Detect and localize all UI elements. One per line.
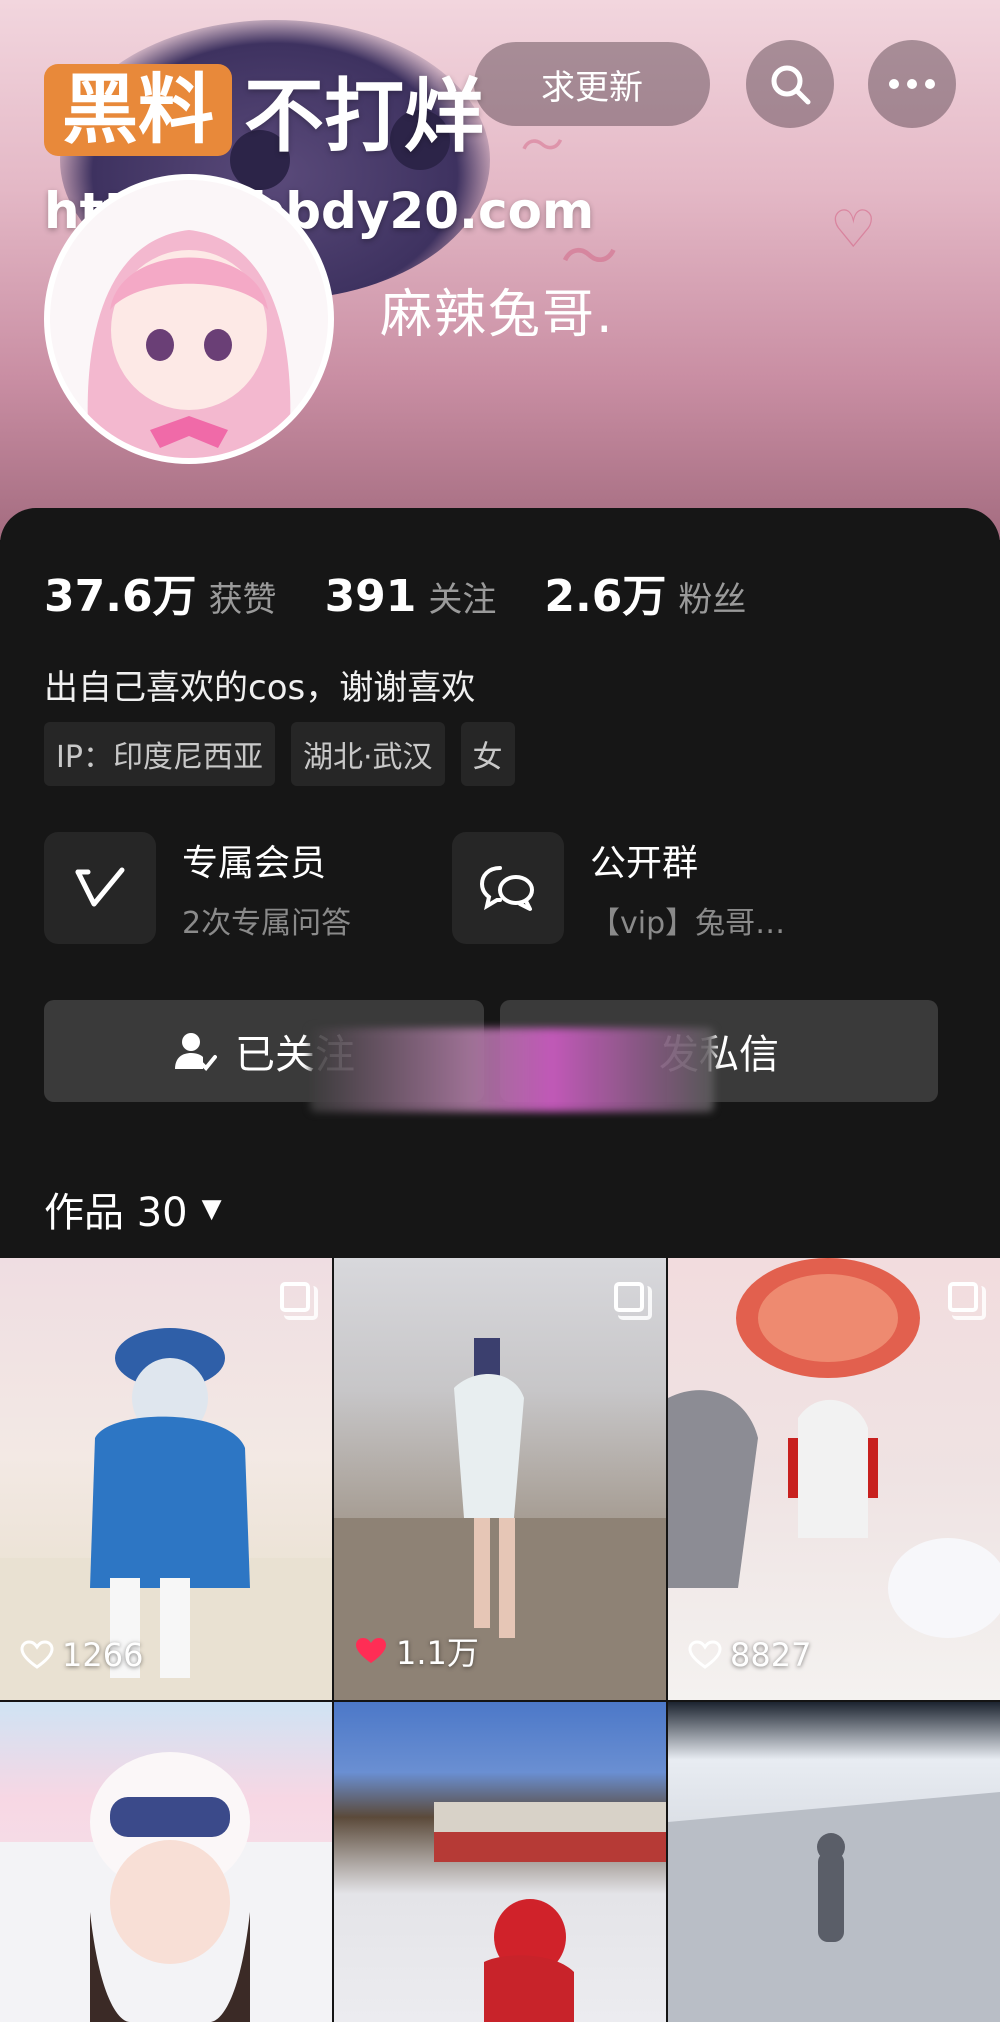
more-icon [889, 79, 935, 89]
like-count: 8827 [688, 1636, 811, 1674]
username: 麻辣兔哥. [380, 285, 615, 345]
work-thumbnail[interactable]: 8827 [668, 1258, 1000, 1700]
works-grid: 1266 1.1万 8827 [0, 1258, 1000, 2022]
tag-city: 湖北·武汉 [290, 722, 445, 786]
request-update-button[interactable]: 求更新 [474, 42, 710, 126]
works-tab[interactable]: 作品 30 ▼ [44, 1180, 222, 1238]
heart-icon: ♡ [830, 200, 877, 260]
search-button[interactable] [746, 40, 834, 128]
like-count: 1.1万 [354, 1628, 479, 1674]
censor-blur-overlay [310, 1028, 714, 1112]
work-thumbnail[interactable] [0, 1702, 332, 2022]
multi-image-icon [280, 1282, 318, 1320]
stats-row: 37.6万 获赞 391 关注 2.6万 粉丝 [44, 560, 794, 624]
exclusive-membership-entry[interactable]: 专属会员 2次专属问答 [44, 832, 351, 944]
work-thumbnail[interactable] [668, 1702, 1000, 2022]
public-group-entry[interactable]: 公开群 【vip】兔哥… [452, 832, 785, 944]
more-button[interactable] [868, 40, 956, 128]
tag-gender: 女 [460, 722, 515, 786]
avatar-image [50, 180, 328, 458]
stat-followers[interactable]: 2.6万 粉丝 [544, 560, 746, 624]
tag-list: IP：印度尼西亚 湖北·武汉 女 [44, 722, 531, 786]
avatar[interactable] [44, 174, 334, 464]
like-count: 1266 [20, 1636, 143, 1674]
cosplay-photo [0, 1328, 332, 1700]
work-thumbnail[interactable]: 1266 [0, 1258, 332, 1700]
caret-down-icon: ▼ [201, 1194, 222, 1224]
tag-ip-location: IP：印度尼西亚 [44, 722, 275, 786]
cosplay-photo [434, 1802, 666, 2022]
cosplay-photo [668, 1792, 1000, 2022]
multi-image-icon [948, 1282, 986, 1320]
profile-banner: 〜 〜 ♡ 求更新 黑料 不打烊 https://bbdy20.com 麻辣兔哥… [0, 0, 1000, 540]
heart-outline-icon [20, 1640, 54, 1669]
stat-likes[interactable]: 37.6万 获赞 [44, 560, 277, 624]
user-check-icon [175, 1033, 217, 1071]
multi-image-icon [614, 1282, 652, 1320]
watermark-logo: 黑料 不打烊 [44, 52, 484, 168]
group-chat-icon [452, 832, 564, 944]
vip-v-icon [44, 832, 156, 944]
search-icon [771, 65, 811, 105]
work-thumbnail[interactable] [334, 1702, 666, 2022]
cosplay-photo [668, 1258, 1000, 1638]
cosplay-photo [0, 1752, 332, 2022]
heart-filled-icon [356, 1638, 386, 1663]
heart-outline-icon [688, 1640, 722, 1669]
work-thumbnail[interactable]: 1.1万 [334, 1258, 666, 1700]
bio-text: 出自己喜欢的cos，谢谢喜欢 [44, 668, 476, 708]
stat-following[interactable]: 391 关注 [325, 571, 497, 622]
